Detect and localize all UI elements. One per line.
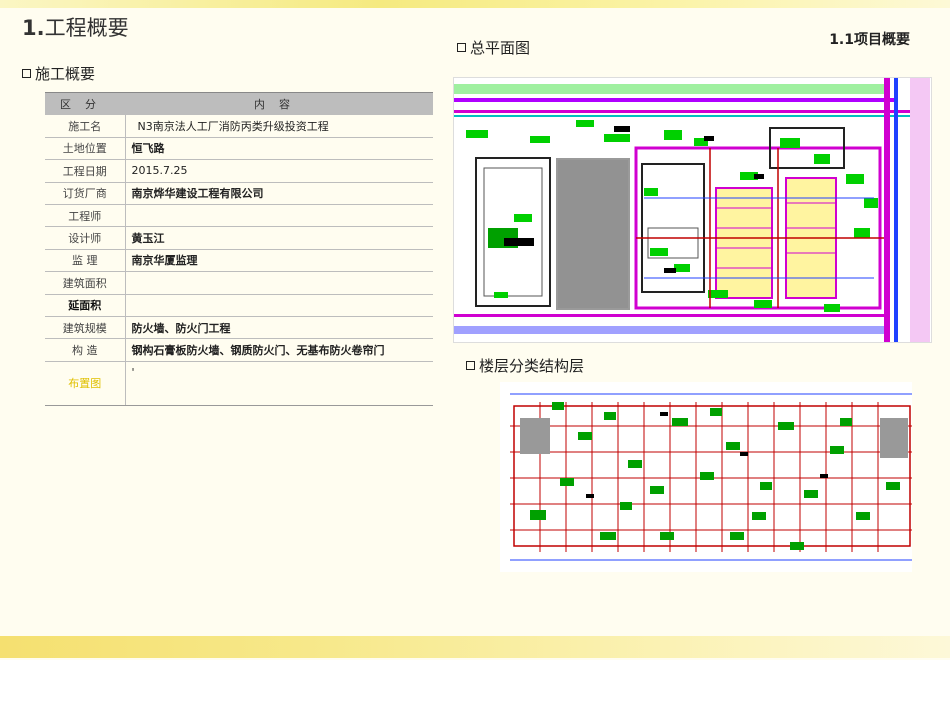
page-title: 1.工程概要	[22, 12, 129, 42]
table-header-category: 区分	[45, 91, 125, 116]
table-row: 构 造钢构石膏板防火墙、钢质防火门、无基布防火卷帘门	[45, 338, 433, 362]
table-row: 施工名 N3南京法人工厂消防丙类升级投资工程	[45, 114, 433, 138]
layout-drawing-link[interactable]: 布置图	[45, 360, 126, 406]
checkbox-square-icon	[22, 69, 31, 78]
table-row: 建筑规模 防火墙、防火门工程	[45, 315, 433, 340]
site-plan-drawing	[453, 77, 932, 343]
page-title-number: 1.	[22, 16, 45, 40]
table-header-content: 内容	[125, 91, 433, 116]
bottom-band	[0, 636, 950, 658]
table-header-row: 区分 内容	[45, 91, 433, 116]
page-title-text: 工程概要	[44, 16, 129, 40]
table-row: 订货厂商 南京烨华建设工程有限公司	[45, 181, 433, 205]
table-row: 布置图 '	[45, 360, 433, 406]
section-construction-overview: 施工概要	[22, 63, 95, 84]
top-band	[0, 0, 950, 8]
table-row: 建筑面积	[45, 271, 433, 295]
table-row: 土地位置 恒飞路	[45, 136, 433, 161]
checkbox-square-icon	[466, 361, 475, 370]
table-row: 工程师	[45, 203, 433, 228]
table-row: 延面积	[45, 293, 433, 317]
table-row: 监 理南京华厦监理	[45, 248, 433, 273]
checkbox-square-icon	[457, 43, 466, 52]
section-floor-structure: 楼层分类结构层	[466, 355, 584, 376]
construction-overview-table: 区分 内容 施工名 N3南京法人工厂消防丙类升级投资工程 土地位置 恒飞路 工程日期…	[45, 91, 433, 406]
floor-structure-drawing	[500, 382, 912, 572]
subtitle: 1.1项目概要	[829, 32, 910, 48]
table-row: 设计师 黄玉江	[45, 226, 433, 250]
table-row: 工程日期 2015.7.25	[45, 159, 433, 183]
section-site-plan: 总平面图	[457, 37, 530, 58]
slide: 1.工程概要 施工概要 总平面图 1.1项目概要 区分 内容 施工名 N3南京法人…	[0, 0, 950, 660]
